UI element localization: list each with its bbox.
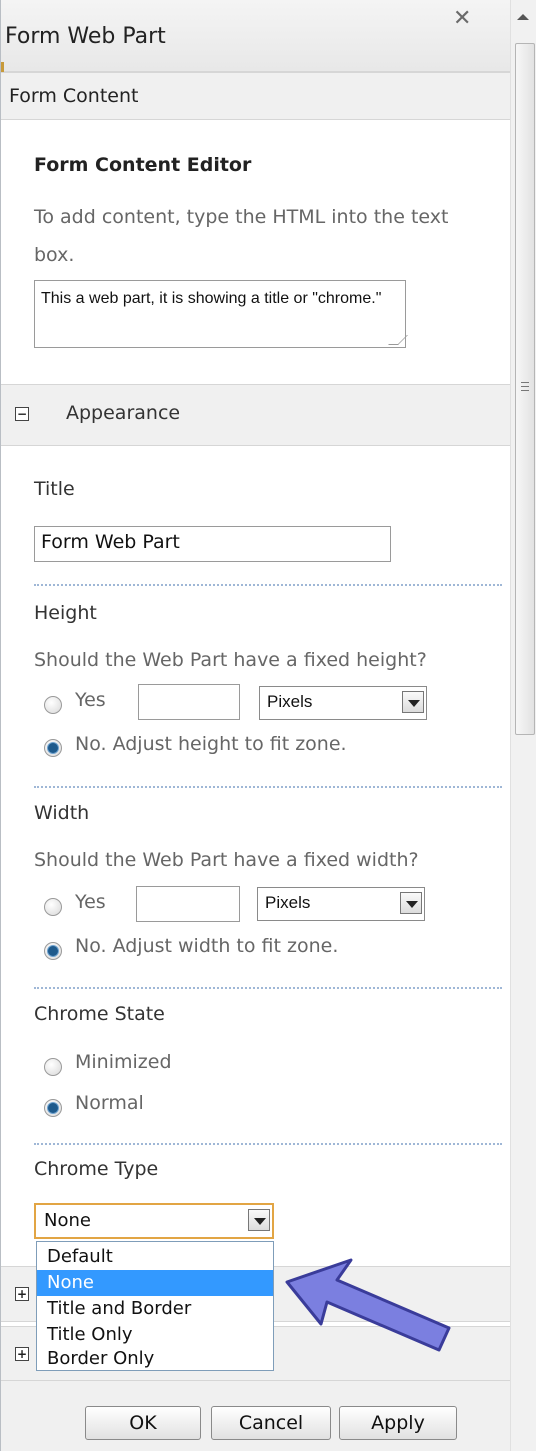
form-content-editor: Form Content Editor To add content, type… [1,120,510,385]
chrome-type-label: Chrome Type [34,1158,159,1180]
web-part-tool-pane: Form Web Part ✕ Form Content Form Conten… [0,0,510,1451]
resize-grip-icon[interactable] [388,335,408,345]
grip-icon [521,382,529,391]
form-content-section-header: Form Content [1,72,510,120]
chrome-state-normal-label: Normal [75,1092,144,1114]
html-content-text: This a web part, it is showing a title o… [41,290,382,307]
height-question: Should the Web Part have a fixed height? [34,649,427,671]
width-field-label: Width [34,802,90,824]
form-content-editor-title: Form Content Editor [34,154,252,176]
tool-pane-footer: OK Cancel Apply [1,1380,510,1451]
chrome-type-dropdown-list[interactable]: Default None Title and Border Title Only… [36,1241,274,1371]
divider [34,584,502,586]
vertical-scrollbar[interactable] [510,0,536,1451]
width-unit-select[interactable]: Pixels [257,887,425,921]
divider [34,786,502,788]
title-input-value: Form Web Part [41,531,180,553]
chevron-down-icon[interactable] [402,691,424,713]
chrome-type-value: None [44,1210,91,1231]
collapse-icon[interactable]: − [15,407,29,421]
chrome-type-option-none[interactable]: None [37,1270,273,1296]
height-field-label: Height [34,602,97,624]
width-yes-label: Yes [75,891,106,913]
form-content-section-label: Form Content [9,85,139,107]
html-content-textarea[interactable]: This a web part, it is showing a title o… [34,280,408,348]
chrome-state-label: Chrome State [34,1003,165,1025]
height-no-radio[interactable] [44,739,62,757]
title-field-label: Title [34,478,75,500]
expand-icon[interactable]: + [15,1287,29,1301]
height-yes-label: Yes [75,689,106,711]
chrome-type-select[interactable]: None [34,1203,274,1239]
width-no-label: No. Adjust width to fit zone. [75,935,339,957]
chrome-state-normal-radio[interactable] [44,1099,62,1117]
width-yes-radio[interactable] [44,898,62,916]
scrollbar-thumb[interactable] [515,43,535,735]
divider [34,987,502,989]
height-value-input[interactable] [138,684,240,720]
width-question: Should the Web Part have a fixed width? [34,849,419,871]
tool-pane-titlebar: Form Web Part ✕ [1,0,510,82]
appearance-section-header[interactable]: − Appearance [1,384,510,446]
scroll-up-icon[interactable] [517,14,529,20]
apply-button[interactable]: Apply [339,1406,457,1440]
chrome-state-minimized-radio[interactable] [44,1058,62,1076]
cancel-button[interactable]: Cancel [211,1406,331,1440]
appearance-section-body: Title Form Web Part Height Should the We… [1,446,510,1266]
chrome-state-minimized-label: Minimized [75,1051,172,1073]
chrome-type-option-border-only[interactable]: Border Only [37,1346,273,1372]
chevron-down-icon[interactable] [248,1209,270,1231]
ok-button[interactable]: OK [85,1406,201,1440]
close-icon[interactable]: ✕ [453,8,473,30]
title-input[interactable]: Form Web Part [34,526,391,562]
width-unit-value: Pixels [265,893,311,912]
appearance-section-label: Appearance [66,402,181,424]
divider [34,1143,502,1145]
expand-icon[interactable]: + [15,1347,29,1361]
annotation-arrow-shape [285,1258,451,1352]
width-no-radio[interactable] [44,942,62,960]
height-unit-select[interactable]: Pixels [259,686,427,720]
chevron-down-icon[interactable] [400,892,422,914]
chrome-type-option-title-and-border[interactable]: Title and Border [37,1296,273,1322]
height-unit-value: Pixels [267,692,313,711]
annotation-arrow-icon [285,1258,451,1352]
height-no-label: No. Adjust height to fit zone. [75,733,347,755]
width-value-input[interactable] [136,886,240,922]
chrome-type-option-title-only[interactable]: Title Only [37,1322,273,1348]
chrome-type-option-default[interactable]: Default [37,1244,273,1270]
height-yes-radio[interactable] [44,696,62,714]
form-content-description: To add content, type the HTML into the t… [34,206,449,266]
tool-pane-title: Form Web Part [5,24,166,49]
